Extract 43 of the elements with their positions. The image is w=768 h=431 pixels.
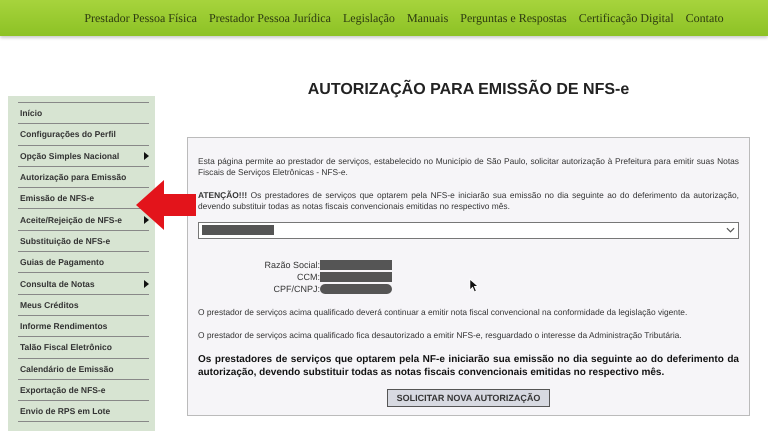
redaction-bar bbox=[202, 225, 274, 236]
menu-item[interactable]: Envio de RPS em Lote bbox=[18, 406, 110, 416]
redaction-bar bbox=[320, 272, 392, 282]
field-label: CCM: bbox=[296, 272, 320, 282]
menu-item[interactable]: Emissão de NFS-e bbox=[18, 193, 94, 204]
redaction-bar bbox=[320, 284, 392, 294]
menu-item[interactable]: Exportação de NFS-e bbox=[18, 385, 106, 395]
notice-text: Os prestadores de serviços que optarem pela NF-e iniciarão sua emissão no dia seguinte ao do deferimento da autorização, devendo substituir todas as notas fiscais convencionais emitidas no respectivo mês. bbox=[198, 352, 739, 379]
menu-item[interactable]: Talão Fiscal Eletrônico bbox=[18, 342, 112, 352]
menu-item[interactable]: Substituição de NFS-e bbox=[18, 236, 110, 246]
redaction-bar bbox=[320, 260, 392, 270]
menu-item[interactable]: Início bbox=[18, 108, 42, 118]
nav-link[interactable]: Contato bbox=[686, 10, 724, 26]
mouse-cursor-icon bbox=[469, 278, 478, 293]
note-text: O prestador de serviços acima qualificado deverá continuar a emitir nota fiscal convencional na conformidade da legislação vigente. bbox=[198, 306, 688, 318]
menu-item[interactable]: Calendário de Emissão bbox=[18, 364, 114, 374]
menu-item[interactable]: Meus Créditos bbox=[18, 300, 79, 310]
nav-link[interactable]: Prestador Pessoa Física bbox=[84, 10, 197, 26]
note-text: O prestador de serviços acima qualificado fica desautorizado a emitir NFS-e, resguardado o interesse da Administração Tributária. bbox=[198, 330, 683, 341]
dropdown-field[interactable] bbox=[198, 222, 739, 239]
submenu-triangle-icon bbox=[144, 216, 149, 224]
chevron-down-icon bbox=[726, 227, 735, 234]
menu-item[interactable]: Consulta de Notas bbox=[18, 278, 95, 289]
nav-link[interactable]: Certificação Digital bbox=[578, 10, 674, 26]
menu-item[interactable]: Autorização para Emissão bbox=[18, 172, 126, 182]
nav-link[interactable]: Prestador Pessoa Jurídica bbox=[208, 10, 331, 26]
submenu-triangle-icon bbox=[144, 280, 149, 288]
menu-item[interactable]: Guias de Pagamento bbox=[18, 257, 104, 268]
menu-item[interactable]: Opção Simples Nacional bbox=[18, 150, 120, 161]
submenu-triangle-icon bbox=[144, 152, 149, 160]
menu-item[interactable]: Informe Rendimentos bbox=[18, 321, 108, 332]
intro-text: Esta página permite ao prestador de serviços, estabelecido no Município de São Paulo, solicitar autorização à Prefeitura para emitir suas Notas Fiscais de Serviços Eletrônicas - NFS-e. bbox=[198, 156, 739, 178]
page-title: AUTORIZAÇÃO PARA EMISSÃO DE NFS-e bbox=[306, 81, 630, 99]
nav-link[interactable]: Manuais bbox=[406, 10, 448, 26]
warning-text: ATENÇÃO!!! Os prestadores de serviços que optarem pela NFS-e iniciarão sua emissão no dia seguinte ao do deferimento da autorização, devendo substituir todas as notas fiscais convencionais emitidas no respectivo mês. bbox=[198, 190, 739, 212]
nav-link[interactable]: Perguntas e Respostas bbox=[460, 10, 567, 26]
field-label: CPF/CNPJ: bbox=[272, 284, 320, 294]
arrow-icon bbox=[136, 180, 196, 230]
field-label: Razão Social: bbox=[263, 260, 320, 270]
nav-link[interactable]: Legislação bbox=[342, 10, 395, 26]
menu-item[interactable]: Aceite/Rejeição de NFS-e bbox=[18, 214, 122, 225]
menu-item[interactable]: Configurações do Perfil bbox=[18, 129, 116, 140]
request-authorization-button[interactable]: SOLICITAR NOVA AUTORIZAÇÃO bbox=[386, 388, 550, 407]
